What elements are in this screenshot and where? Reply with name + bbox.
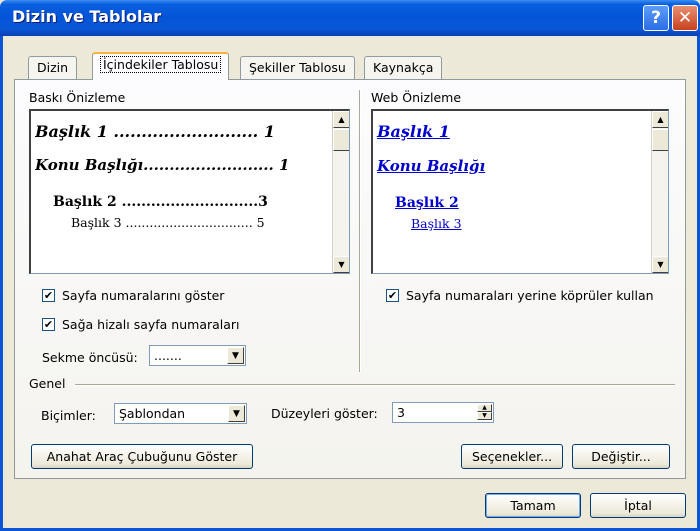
show-levels-label: Düzeyleri göster: [271,406,378,421]
close-icon: ✕ [677,8,693,28]
scroll-down-button[interactable]: ▼ [652,256,668,273]
window-frame-left [0,36,3,531]
formats-label: Biçimler: [41,408,96,423]
web-preview-link: Konu Başlığı [377,157,486,175]
scroll-down-button[interactable]: ▼ [333,256,349,273]
title-bar[interactable]: Dizin ve Tablolar ? ✕ [0,0,700,36]
formats-dropdown[interactable]: Şablondan ▼ [114,403,247,424]
show-page-numbers-checkbox[interactable]: ✔ [42,289,55,302]
tab-leader-label: Sekme öncüsü: [42,350,138,365]
modify-button[interactable]: Değiştir... [572,444,670,469]
tab-table-of-contents-label: İçindekiler Tablosu [99,56,222,73]
close-button[interactable]: ✕ [672,5,698,31]
scroll-thumb[interactable] [333,129,349,151]
scroll-thumb[interactable] [652,129,668,151]
tab-index[interactable]: Dizin [28,56,78,80]
print-preview-line: Başlık 2 ............................3 [53,194,268,210]
chevron-down-icon: ▼ [232,350,239,361]
print-preview-box: Başlık 1 .......................... 1 Ko… [29,109,350,274]
tab-table-of-figures[interactable]: Şekiller Tablosu [240,56,355,80]
show-levels-value: 3 [397,405,405,420]
check-icon: ✔ [43,289,54,302]
show-page-numbers-label: Sayfa numaralarını göster [62,288,225,303]
web-preview-link: Başlık 1 [377,122,450,141]
tab-index-label: Dizin [37,60,69,75]
ok-button[interactable]: Tamam [485,493,581,518]
spinner-buttons[interactable]: ▲ ▼ [477,404,492,421]
arrow-down-icon: ▼ [482,412,487,419]
window-title: Dizin ve Tablolar [12,7,162,26]
arrow-down-icon: ▼ [338,260,345,269]
web-preview-link: Başlık 3 [411,216,462,231]
print-preview-line: Konu Başlığı......................... 1 [35,156,290,174]
help-button[interactable]: ? [643,5,669,31]
use-hyperlinks-label: Sayfa numaraları yerine köprüler kullan [406,288,654,303]
scroll-up-button[interactable]: ▲ [652,111,668,128]
check-icon: ✔ [387,289,398,302]
web-preview-scrollbar[interactable]: ▲ ▼ [651,111,668,273]
spin-down-button[interactable]: ▼ [477,412,492,420]
tab-table-of-contents[interactable]: İçindekiler Tablosu [92,52,230,80]
chevron-down-icon: ▼ [233,408,240,419]
arrow-up-icon: ▲ [482,404,487,411]
print-preview-line: Başlık 1 .......................... 1 [35,122,275,141]
right-align-page-numbers-checkbox[interactable]: ✔ [42,318,55,331]
formats-value: Şablondan [119,406,186,421]
arrow-up-icon: ▲ [657,115,664,124]
options-button[interactable]: Seçenekler... [461,444,563,469]
web-preview-box: Başlık 1 Konu Başlığı Başlık 2 Başlık 3 … [371,109,669,274]
use-hyperlinks-checkbox[interactable]: ✔ [386,289,399,302]
arrow-up-icon: ▲ [338,115,345,124]
scroll-up-button[interactable]: ▲ [333,111,349,128]
tab-bibliography[interactable]: Kaynakça [364,56,443,80]
print-preview-label: Baskı Önizleme [29,90,126,105]
print-preview-scrollbar[interactable]: ▲ ▼ [332,111,349,273]
dropdown-arrow-button[interactable]: ▼ [228,405,245,422]
general-separator [75,384,675,386]
general-section-label: Genel [29,376,66,391]
spin-up-button[interactable]: ▲ [477,404,492,412]
tab-leader-dropdown[interactable]: ....... ▼ [149,345,246,366]
tab-panel: Baskı Önizleme Başlık 1 ................… [14,79,686,479]
arrow-down-icon: ▼ [657,260,664,269]
check-icon: ✔ [43,318,54,331]
print-preview-line: Başlık 3 ...............................… [71,215,265,230]
cancel-button[interactable]: İptal [590,493,686,518]
web-preview-link: Başlık 2 [395,195,459,211]
right-align-page-numbers-label: Sağa hizalı sayfa numaraları [62,317,240,332]
show-levels-spinner[interactable]: 3 ▲ ▼ [392,402,494,423]
vertical-separator [359,90,361,372]
web-preview-label: Web Önizleme [371,90,462,105]
tab-table-of-figures-label: Şekiller Tablosu [249,60,346,75]
dialog-window: Dizin ve Tablolar ? ✕ Dizin İçindekiler … [0,0,700,531]
dropdown-arrow-button[interactable]: ▼ [227,347,244,364]
show-outline-toolbar-button[interactable]: Anahat Araç Çubuğunu Göster [31,444,253,469]
tab-bibliography-label: Kaynakça [373,60,434,75]
help-icon: ? [651,8,661,28]
tab-leader-value: ....... [154,348,182,363]
